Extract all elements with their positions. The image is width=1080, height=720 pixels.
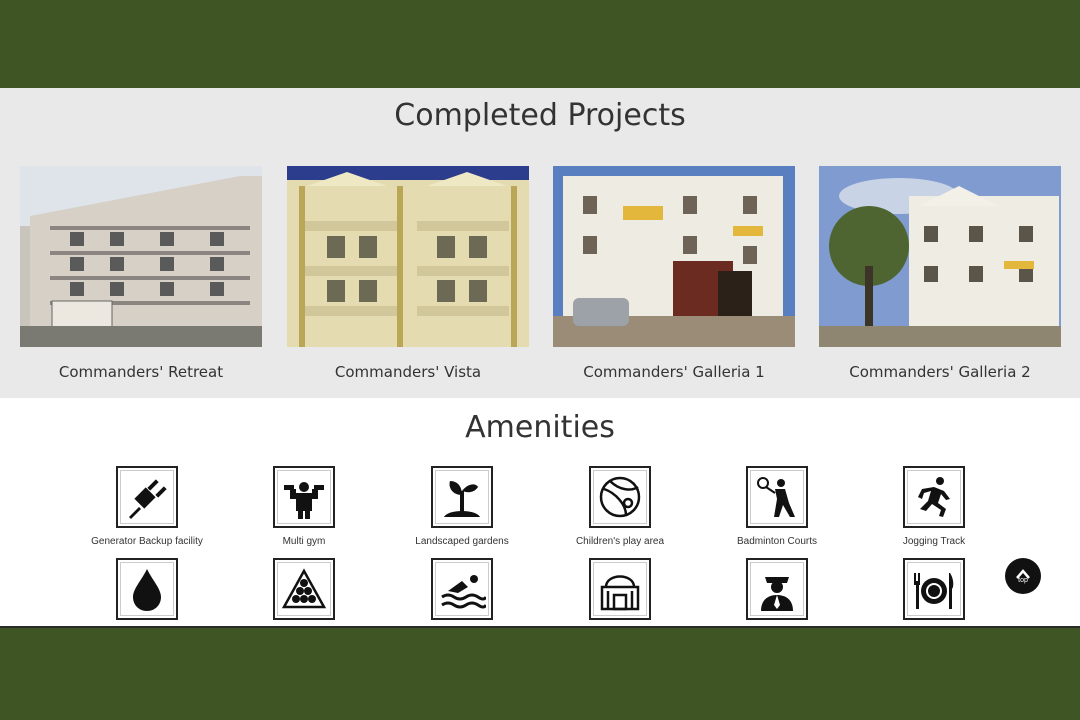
- plug-icon: [116, 466, 178, 528]
- amenity-jogging: Jogging Track: [859, 466, 1009, 547]
- dining-icon: [903, 558, 965, 620]
- amenity-badminton: Badminton Courts: [702, 466, 852, 547]
- project-photo[interactable]: [819, 166, 1061, 347]
- badminton-icon: [746, 466, 808, 528]
- project-card-vista[interactable]: Commanders' Vista: [287, 166, 529, 381]
- amenity-generator: Generator Backup facility: [72, 466, 222, 547]
- plant-icon: [431, 466, 493, 528]
- amenity-garden: Landscaped gardens: [387, 466, 537, 547]
- project-card-galleria-1[interactable]: Commanders' Galleria 1: [553, 166, 795, 381]
- amenity-water: [72, 558, 222, 620]
- amenity-label: Jogging Track: [902, 536, 966, 547]
- completed-projects-section: Completed Projects Commanders' Retreat C…: [0, 88, 1080, 398]
- water-drop-icon: [116, 558, 178, 620]
- header-band: [0, 0, 1080, 88]
- clubhouse-icon: [589, 558, 651, 620]
- project-name[interactable]: Commanders' Galleria 2: [819, 363, 1061, 381]
- amenity-gym: Multi gym: [229, 466, 379, 547]
- project-photo[interactable]: [553, 166, 795, 347]
- ball-icon: [589, 466, 651, 528]
- amenity-label: Generator Backup facility: [91, 536, 203, 547]
- project-name[interactable]: Commanders' Retreat: [20, 363, 262, 381]
- project-card-retreat[interactable]: Commanders' Retreat: [20, 166, 262, 381]
- billiards-icon: [273, 558, 335, 620]
- project-photo[interactable]: [287, 166, 529, 347]
- project-name[interactable]: Commanders' Vista: [287, 363, 529, 381]
- swimming-icon: [431, 558, 493, 620]
- section-title: Completed Projects: [394, 98, 686, 133]
- amenities-section: Amenities Generator Backup facility Mult…: [0, 398, 1080, 626]
- amenity-swimming: [387, 558, 537, 620]
- dumbbell-icon: [273, 466, 335, 528]
- project-name[interactable]: Commanders' Galleria 1: [553, 363, 795, 381]
- runner-icon: [903, 466, 965, 528]
- amenity-label: Children's play area: [575, 536, 665, 547]
- footer-band: [0, 626, 1080, 720]
- amenity-security: [702, 558, 852, 620]
- amenity-clubhouse: [545, 558, 695, 620]
- amenity-label: Landscaped gardens: [415, 536, 509, 547]
- project-card-galleria-2[interactable]: Commanders' Galleria 2: [819, 166, 1061, 381]
- project-photo[interactable]: [20, 166, 262, 347]
- security-guard-icon: [746, 558, 808, 620]
- scroll-to-top-label: top: [1018, 576, 1028, 584]
- amenity-label: Multi gym: [282, 536, 326, 547]
- amenity-play-area: Children's play area: [545, 466, 695, 547]
- amenity-dining: [859, 558, 1009, 620]
- amenity-label: Badminton Courts: [736, 536, 818, 547]
- section-title: Amenities: [465, 410, 615, 445]
- scroll-to-top-button[interactable]: top: [1005, 558, 1041, 594]
- amenity-billiards: [229, 558, 379, 620]
